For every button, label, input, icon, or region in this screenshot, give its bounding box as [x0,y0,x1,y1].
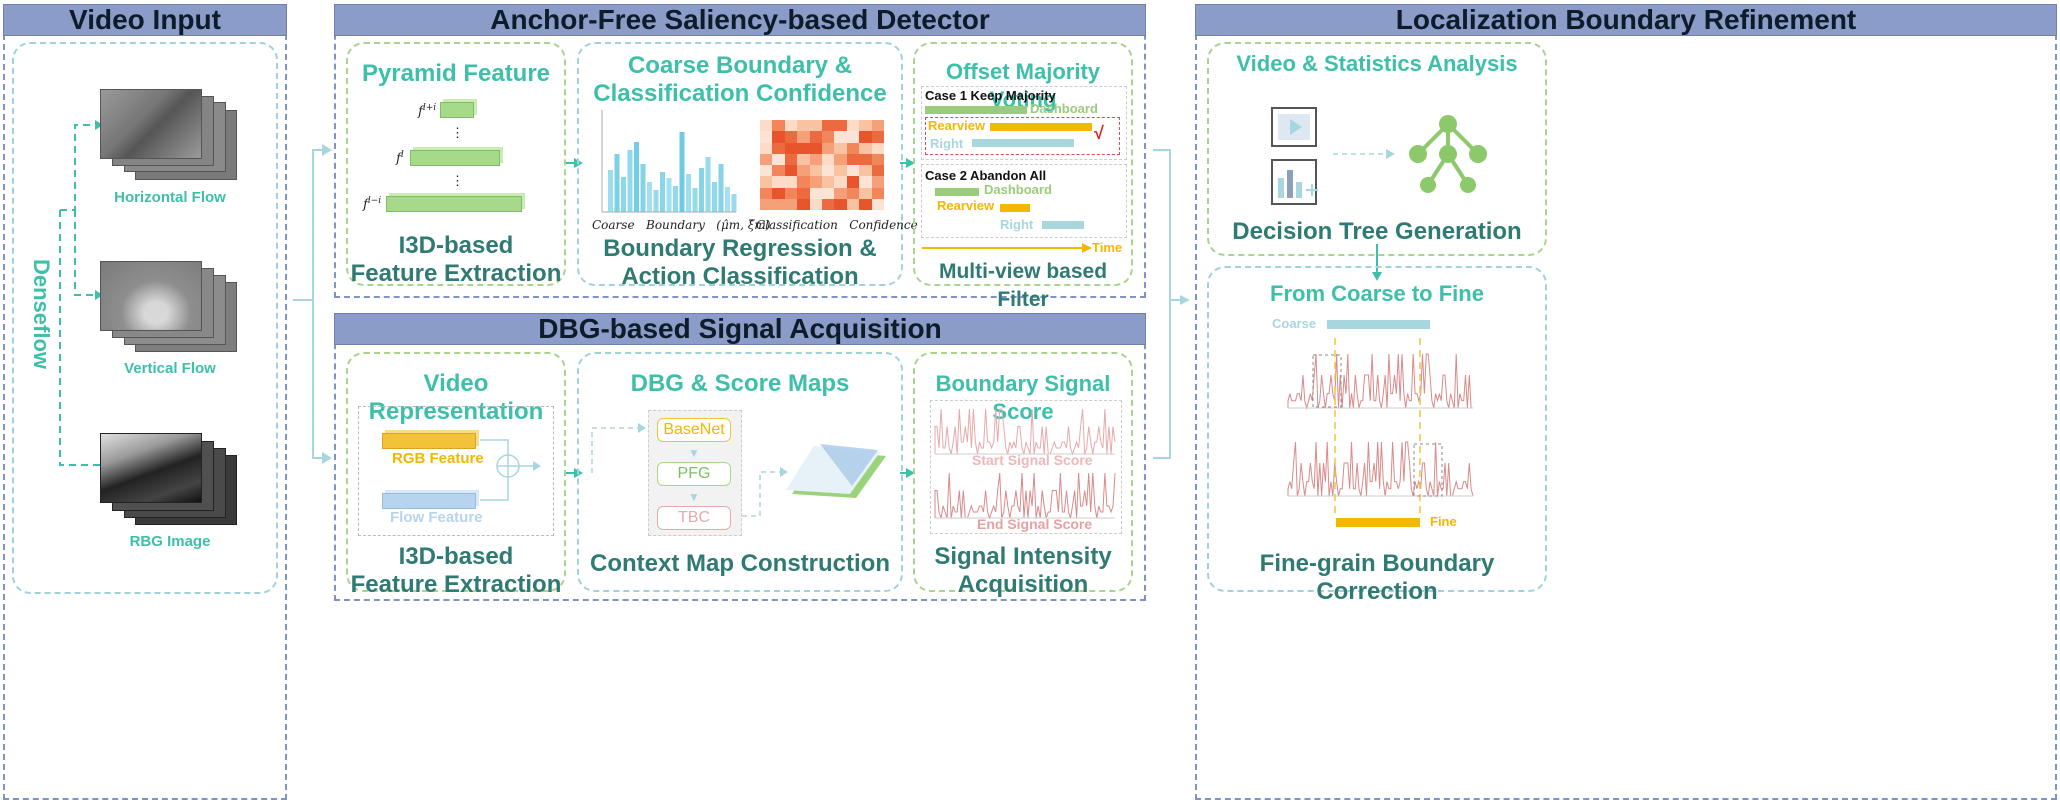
refine-guides [1312,338,1443,518]
fine-segment-bar [1336,518,1420,527]
coarse-fine-caption: Fine-grain Boundary Correction [1259,550,1495,605]
fine-label: Fine [1430,514,1457,529]
